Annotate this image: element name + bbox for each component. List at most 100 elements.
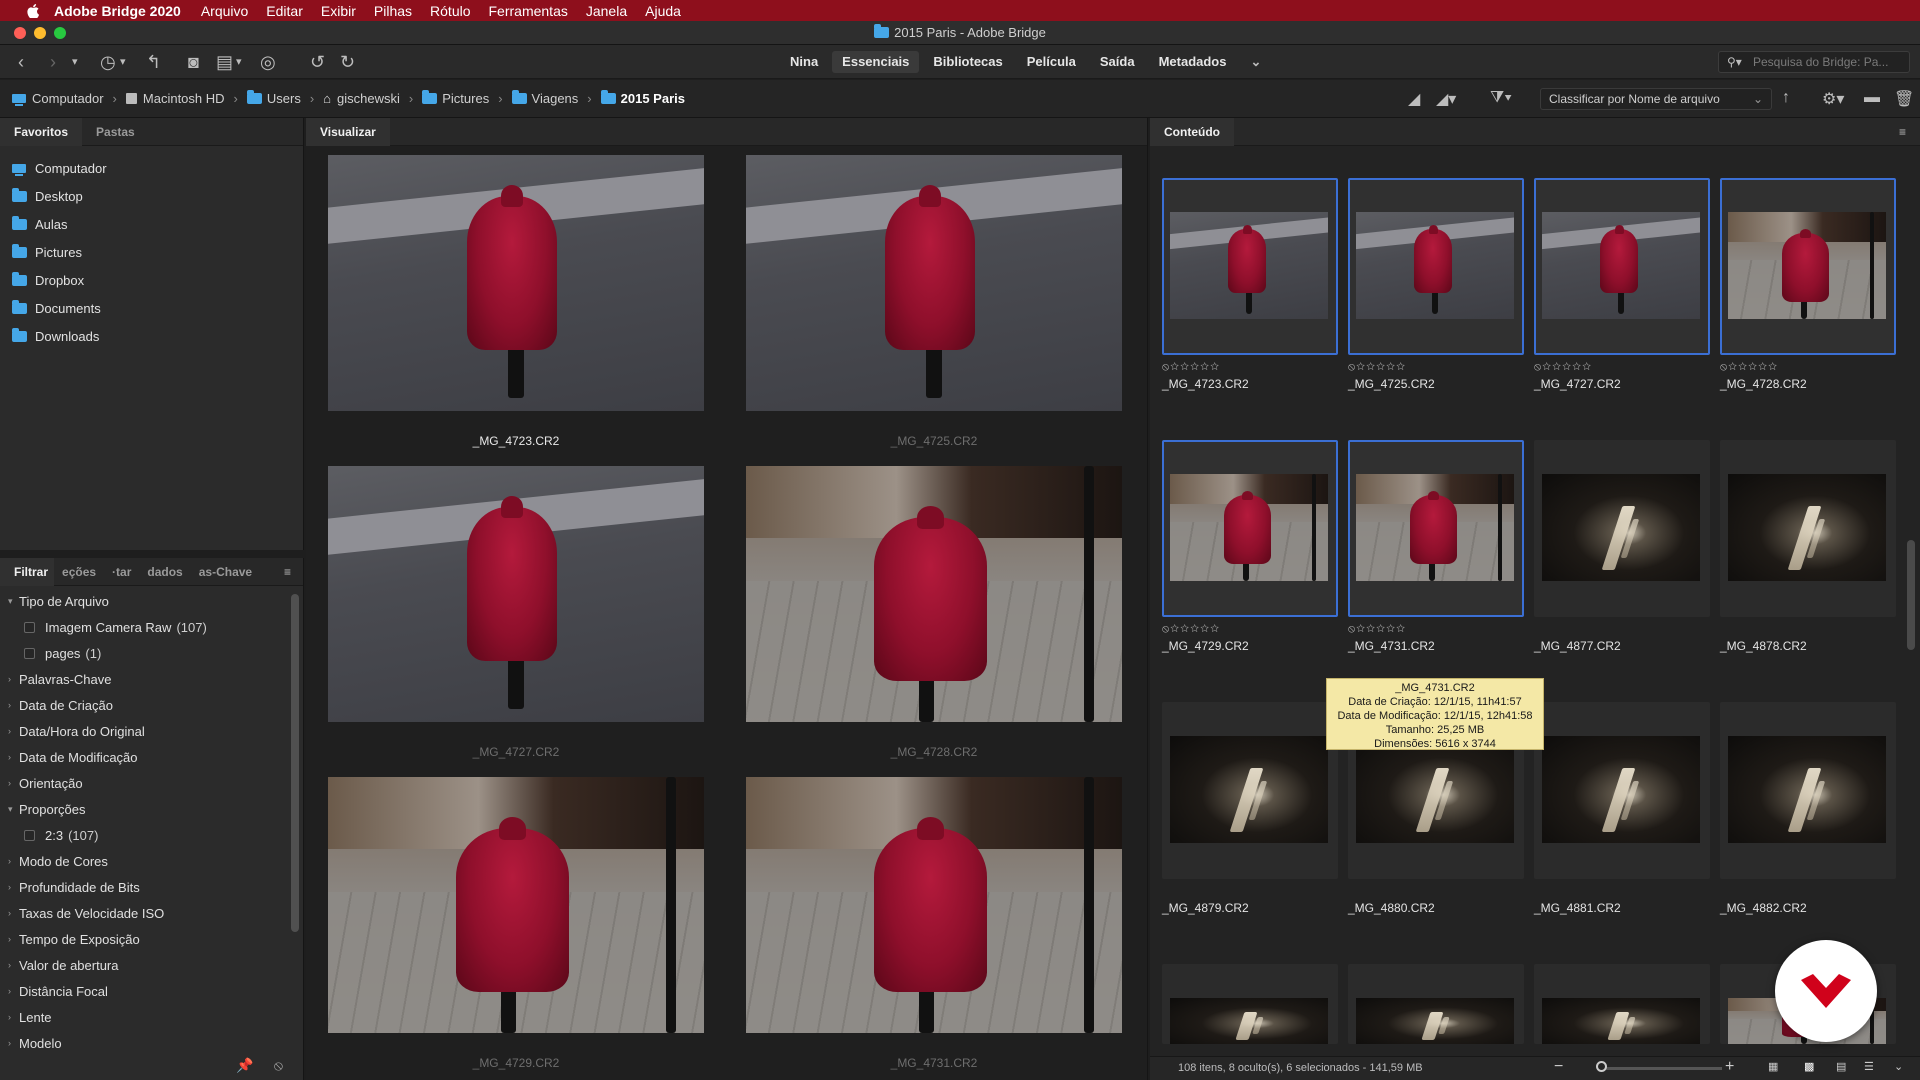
rating-glyphs[interactable]: ⦸☆☆☆☆☆ xyxy=(1348,361,1406,373)
chevron-right-icon[interactable]: › xyxy=(8,934,19,944)
thumbnail-frame[interactable] xyxy=(1162,964,1338,1044)
filter-option[interactable]: 2:3 (107) xyxy=(0,822,292,848)
thumbnail-size-slider[interactable] xyxy=(1602,1067,1722,1070)
thumbnail-frame[interactable] xyxy=(1162,178,1338,355)
filter-category[interactable]: › Data de Modificação xyxy=(0,744,292,770)
content-scrollbar[interactable] xyxy=(1907,540,1915,650)
apple-icon[interactable] xyxy=(22,3,44,18)
filter-category[interactable]: › Valor de abertura xyxy=(0,952,292,978)
workspace-pelicula[interactable]: Película xyxy=(1017,51,1086,73)
preview-image[interactable] xyxy=(746,155,1122,411)
chevron-right-icon[interactable]: › xyxy=(8,856,19,866)
breadcrumb-2015-paris[interactable]: 2015 Paris xyxy=(600,90,685,106)
tab-colecoes[interactable]: eções xyxy=(54,558,104,586)
menu-exibir[interactable]: Exibir xyxy=(321,3,356,19)
thumbnail-frame[interactable] xyxy=(1348,178,1524,355)
chevron-right-icon[interactable]: › xyxy=(8,986,19,996)
quality-icon[interactable]: ◢ xyxy=(1408,89,1420,109)
preview-item[interactable]: _MG_4727.CR2 xyxy=(328,466,704,759)
preview-item[interactable]: _MG_4728.CR2 xyxy=(746,466,1122,759)
workspace-saida[interactable]: Saída xyxy=(1090,51,1145,73)
filter-category[interactable]: › Lente xyxy=(0,1004,292,1030)
pin-icon[interactable]: 📌 xyxy=(236,1057,253,1074)
workspace-more-icon[interactable]: ⌄ xyxy=(1240,51,1271,73)
thumbnail-frame[interactable] xyxy=(1162,702,1338,879)
chevron-down-icon[interactable]: ▾ xyxy=(8,596,19,607)
checkbox[interactable] xyxy=(24,829,35,841)
thumbnail-frame[interactable] xyxy=(1348,964,1524,1044)
rating-stars[interactable]: ⦸☆☆☆☆☆ xyxy=(1162,623,1338,637)
preview-image[interactable] xyxy=(746,466,1122,722)
preview-image[interactable] xyxy=(328,466,704,722)
recent-dropdown-icon[interactable]: ▾ xyxy=(120,51,126,73)
workspace-metadados[interactable]: Metadados xyxy=(1149,51,1237,73)
chevron-right-icon[interactable]: › xyxy=(8,908,19,918)
tab-filtrar[interactable]: Filtrar xyxy=(0,557,55,586)
rating-glyphs[interactable]: ⦸☆☆☆☆☆ xyxy=(1162,623,1220,635)
chevron-right-icon[interactable]: › xyxy=(8,700,19,710)
quality-options-icon[interactable]: ◢▾ xyxy=(1436,89,1456,109)
app-menu[interactable]: Adobe Bridge 2020 xyxy=(54,3,181,19)
workspace-nina[interactable]: Nina xyxy=(780,51,828,73)
return-icon[interactable]: ↰ xyxy=(146,51,161,73)
content-thumbnail[interactable]: _MG_4878.CR2 xyxy=(1720,440,1896,653)
preview-item[interactable]: _MG_4729.CR2 xyxy=(328,777,704,1070)
breadcrumb-users[interactable]: Users › xyxy=(246,90,323,106)
chevron-right-icon[interactable]: › xyxy=(8,882,19,892)
chevron-right-icon[interactable]: › xyxy=(8,960,19,970)
content-thumbnail[interactable] xyxy=(1348,964,1524,1044)
content-thumbnail[interactable]: _MG_4881.CR2 xyxy=(1534,702,1710,915)
filter-category[interactable]: › Taxas de Velocidade ISO xyxy=(0,900,292,926)
favorite-documents[interactable]: Documents xyxy=(0,294,303,322)
menu-editar[interactable]: Editar xyxy=(266,3,303,19)
details-view-icon[interactable]: ▤ xyxy=(1836,1060,1846,1073)
forward-icon[interactable]: › xyxy=(50,51,56,73)
preview-image[interactable] xyxy=(746,777,1122,1033)
rotate-left-icon[interactable]: ↺ xyxy=(310,51,325,73)
tab-exportar[interactable]: ·tar xyxy=(104,558,139,586)
clear-filter-icon[interactable]: ⦸ xyxy=(274,1057,283,1074)
breadcrumb-gischewski[interactable]: ⌂ gischewski › xyxy=(323,91,422,106)
thumbnail-frame[interactable] xyxy=(1534,440,1710,617)
rating-stars[interactable]: ⦸☆☆☆☆☆ xyxy=(1348,361,1524,375)
chevron-right-icon[interactable]: › xyxy=(8,726,19,736)
filter-category[interactable]: › Palavras-Chave xyxy=(0,666,292,692)
thumbnail-frame[interactable] xyxy=(1534,964,1710,1044)
sort-direction-icon[interactable]: ↑ xyxy=(1782,89,1790,107)
chevron-down-icon[interactable]: ▾ xyxy=(8,804,19,815)
preview-item[interactable]: _MG_4725.CR2 xyxy=(746,155,1122,448)
content-thumbnail[interactable]: _MG_4882.CR2 xyxy=(1720,702,1896,915)
panel-menu-icon[interactable]: ≡ xyxy=(272,558,303,586)
chevron-right-icon[interactable]: › xyxy=(8,1012,19,1022)
favorite-aulas[interactable]: Aulas xyxy=(0,210,303,238)
filter-option[interactable]: pages (1) xyxy=(0,640,292,666)
slider-handle[interactable] xyxy=(1596,1061,1607,1072)
menu-janela[interactable]: Janela xyxy=(586,3,627,19)
rating-stars[interactable]: ⦸☆☆☆☆☆ xyxy=(1162,361,1338,375)
refine-icon[interactable]: ▤ xyxy=(216,51,233,73)
tab-conteudo[interactable]: Conteúdo xyxy=(1150,117,1234,146)
chevron-right-icon[interactable]: › xyxy=(8,1038,19,1048)
workspace-bibliotecas[interactable]: Bibliotecas xyxy=(923,51,1012,73)
refine-dropdown-icon[interactable]: ▾ xyxy=(236,51,242,73)
open-in-camera-raw-icon[interactable]: ◎ xyxy=(260,51,276,73)
panel-menu-icon[interactable]: ≡ xyxy=(1885,118,1920,146)
menu-rotulo[interactable]: Rótulo xyxy=(430,3,470,19)
rating-glyphs[interactable]: ⦸☆☆☆☆☆ xyxy=(1348,623,1406,635)
thumbnail-frame[interactable] xyxy=(1720,178,1896,355)
filter-category[interactable]: › Modo de Cores xyxy=(0,848,292,874)
camera-icon[interactable]: ◙ xyxy=(188,51,199,73)
thumbnail-frame[interactable] xyxy=(1720,702,1896,879)
view-options-icon[interactable]: ⌄ xyxy=(1894,1060,1903,1073)
content-thumbnail[interactable]: ⦸☆☆☆☆☆ _MG_4727.CR2 xyxy=(1534,178,1710,391)
content-thumbnail[interactable] xyxy=(1534,964,1710,1044)
filter-category[interactable]: › Data/Hora do Original xyxy=(0,718,292,744)
checkbox[interactable] xyxy=(24,647,35,659)
tab-favoritos[interactable]: Favoritos xyxy=(0,117,83,146)
content-thumbnail[interactable] xyxy=(1162,964,1338,1044)
open-recent-icon[interactable]: ⚙▾ xyxy=(1822,89,1844,109)
zoom-in-icon[interactable]: + xyxy=(1725,1058,1734,1076)
zoom-window-button[interactable] xyxy=(54,27,66,39)
back-icon[interactable]: ‹ xyxy=(18,51,24,73)
filter-option[interactable]: Imagem Camera Raw (107) xyxy=(0,614,292,640)
